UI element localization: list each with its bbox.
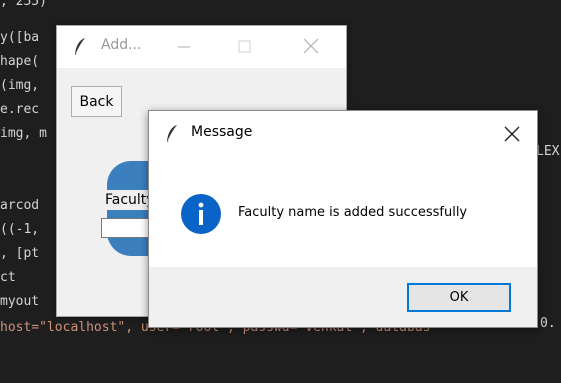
message-dialog-titlebar: Message [149, 111, 537, 155]
message-text: Faculty name is added successfully [238, 205, 468, 220]
code-line: e.rec [0, 102, 40, 117]
code-line: hape( [0, 54, 40, 69]
maximize-button[interactable] [222, 26, 268, 68]
message-dialog-footer: OK [149, 267, 537, 327]
ok-button[interactable]: OK [407, 283, 511, 312]
code-line: img, m [0, 126, 47, 141]
code-line: , [pt [0, 246, 40, 261]
code-line: arcod [0, 198, 40, 213]
add-window-title: Add... [101, 37, 142, 53]
add-window-titlebar: Add... [57, 26, 346, 68]
info-icon [181, 194, 221, 234]
code-fragment-zero: 0. [540, 316, 556, 331]
minimize-button[interactable] [161, 26, 207, 68]
code-line: myout [0, 294, 40, 309]
code-line: y([ba [0, 30, 40, 45]
close-button[interactable] [288, 26, 334, 68]
code-line: (img, [0, 78, 40, 93]
code-fragment-lex: LEX [536, 144, 560, 159]
back-button[interactable]: Back [71, 86, 122, 117]
code-line: ct [0, 270, 16, 285]
code-line: , 255) [0, 0, 47, 9]
message-dialog: Message Faculty name is added successful… [148, 110, 538, 328]
faculty-label: Faculty [105, 190, 149, 210]
feather-icon [73, 37, 87, 61]
message-dialog-title: Message [191, 124, 253, 140]
close-button[interactable] [495, 119, 529, 149]
code-line: ((-1, [0, 222, 40, 237]
faculty-name-input[interactable] [101, 218, 149, 238]
feather-icon [165, 124, 179, 148]
